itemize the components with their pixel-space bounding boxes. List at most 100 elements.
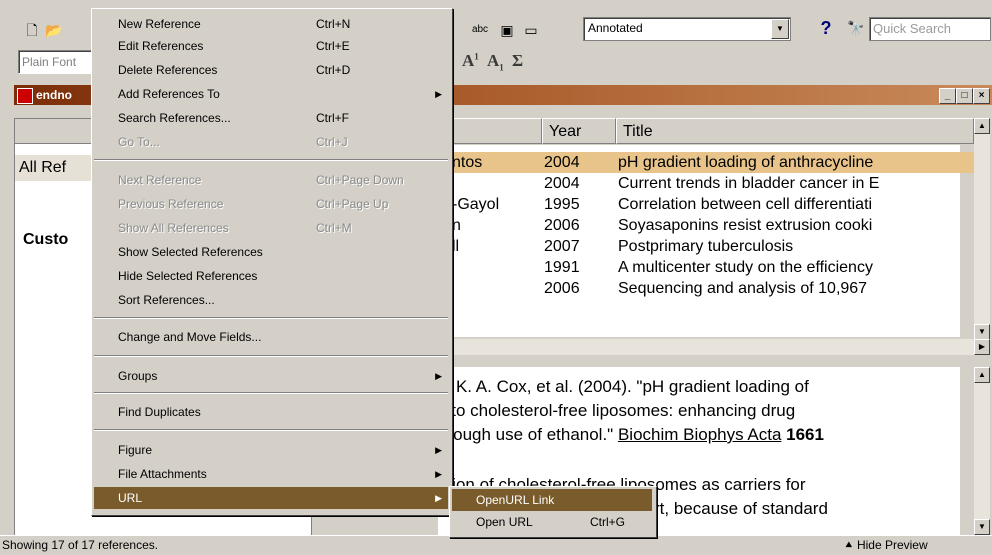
column-header-author[interactable] xyxy=(438,118,542,144)
output-style-select[interactable]: Annotated ▼ xyxy=(583,17,791,41)
menu-item-find-duplicates[interactable]: Find Duplicates xyxy=(94,401,448,423)
scroll-right-icon[interactable]: ▶ xyxy=(974,339,990,355)
menu-item-label: Show All References xyxy=(118,221,229,235)
reference-year: 2007 xyxy=(544,238,580,255)
menu-item-search-references[interactable]: Search References... Ctrl+F xyxy=(94,107,448,129)
menu-item-label: Find Duplicates xyxy=(118,405,201,419)
preview-scrollbar[interactable]: ▲ ▼ xyxy=(974,367,990,535)
table-row[interactable]: 1991 A multicenter study on the efficienc… xyxy=(452,257,974,278)
hide-preview-button[interactable]: ⯅ Hide Preview xyxy=(844,536,928,555)
reference-list: ntos 2004 pH gradient loading of anthracyc… xyxy=(452,145,974,337)
preview-panel-icon[interactable]: ▭ xyxy=(521,20,541,40)
table-row[interactable]: n 2006 Soyasaponins resist extrusion cooki xyxy=(452,215,974,236)
close-icon[interactable]: × xyxy=(973,88,990,104)
menu-separator xyxy=(94,429,448,431)
preview-line-1: l., K. A. Cox, et al. (2004). "pH gradie… xyxy=(438,377,809,396)
menu-separator xyxy=(94,159,448,161)
reference-year: 2006 xyxy=(544,217,580,234)
menu-item-add-references-to[interactable]: Add References To ▶ xyxy=(94,83,448,105)
menu-item-label: Sort References... xyxy=(118,293,215,307)
menu-item-delete-references[interactable]: Delete References Ctrl+D xyxy=(94,59,448,81)
table-row[interactable]: 2006 Sequencing and analysis of 10,967 xyxy=(452,278,974,299)
menu-separator xyxy=(94,392,448,394)
endnote-logo-icon xyxy=(17,88,33,104)
menu-item-label: New Reference xyxy=(118,17,201,31)
menu-item-file-attachments[interactable]: File Attachments ▶ xyxy=(94,463,448,485)
reference-author: -Gayol xyxy=(452,196,500,213)
menu-item-previous-reference[interactable]: Previous Reference Ctrl+Page Up xyxy=(94,193,448,215)
preview-line-2: into cholesterol-free liposomes: enhanci… xyxy=(438,401,796,420)
menu-item-show-all-references[interactable]: Show All References Ctrl+M xyxy=(94,217,448,239)
menu-item-edit-references[interactable]: Edit References Ctrl+E xyxy=(94,35,448,57)
menu-item-shortcut: Ctrl+G xyxy=(590,515,626,529)
status-text: Showing 17 of 17 references. xyxy=(2,538,159,552)
menu-item-new-reference[interactable]: New Reference Ctrl+N xyxy=(94,13,448,35)
url-submenu: OpenURL Link Open URL Ctrl+G xyxy=(449,486,657,538)
menu-item-figure[interactable]: Figure ▶ xyxy=(94,439,448,461)
reference-year: 2004 xyxy=(544,175,580,192)
submenu-item-open-url[interactable]: Open URL Ctrl+G xyxy=(452,511,652,533)
reference-title: A multicenter study on the efficiency xyxy=(618,259,873,276)
column-header-year[interactable]: Year xyxy=(542,118,616,144)
reference-title: Postprimary tuberculosis xyxy=(618,238,794,255)
font-style-field[interactable]: Plain Font xyxy=(18,50,95,74)
symbol-button[interactable]: Σ xyxy=(512,51,523,71)
menu-item-sort-references[interactable]: Sort References... xyxy=(94,289,448,311)
output-style-value: Annotated xyxy=(588,21,643,35)
menu-item-shortcut: Ctrl+J xyxy=(316,135,348,149)
menu-item-label: OpenURL Link xyxy=(476,493,555,507)
menu-item-label: Change and Move Fields... xyxy=(118,330,262,344)
scroll-up-icon[interactable]: ▲ xyxy=(974,118,990,134)
spell-check-icon[interactable]: abc xyxy=(470,20,490,40)
menu-item-shortcut: Ctrl+Page Up xyxy=(316,197,389,211)
preview-scroll-up-icon[interactable]: ▲ xyxy=(974,367,990,383)
binoculars-icon[interactable]: 🔭 xyxy=(846,18,866,38)
menu-item-label: Add References To xyxy=(118,87,220,101)
reference-author: ll xyxy=(452,238,460,255)
maximize-icon[interactable]: □ xyxy=(956,88,973,104)
table-row[interactable]: -Gayol 1995 Correlation between cell diffe… xyxy=(452,194,974,215)
menu-item-next-reference[interactable]: Next Reference Ctrl+Page Down xyxy=(94,169,448,191)
table-row[interactable]: ntos 2004 pH gradient loading of anthracyc… xyxy=(452,152,974,173)
submenu-arrow-icon: ▶ xyxy=(435,493,442,503)
column-header-title[interactable]: Title xyxy=(616,118,974,144)
submenu-arrow-icon: ▶ xyxy=(435,371,442,381)
minimize-icon[interactable]: _ xyxy=(939,88,956,104)
menu-item-show-selected-references[interactable]: Show Selected References xyxy=(94,241,448,263)
superscript-button[interactable]: A1 xyxy=(462,51,479,71)
horizontal-scrollbar[interactable]: ▶ xyxy=(438,339,990,355)
menu-item-label: File Attachments xyxy=(118,467,207,481)
chevron-down-icon[interactable]: ▼ xyxy=(771,19,789,39)
subscript-button[interactable]: A1 xyxy=(487,51,504,72)
open-library-icon[interactable]: 📂 xyxy=(44,20,64,40)
menu-item-change-and-move-fields[interactable]: Change and Move Fields... xyxy=(94,326,448,348)
scroll-down-icon[interactable]: ▼ xyxy=(974,324,990,340)
table-row[interactable]: ll 2007 Postprimary tuberculosis xyxy=(452,236,974,257)
menu-item-shortcut: Ctrl+M xyxy=(316,221,352,235)
menu-item-shortcut: Ctrl+Page Down xyxy=(316,173,404,187)
reference-year: 2006 xyxy=(544,280,580,297)
insert-figure-icon[interactable]: ▣ xyxy=(497,20,517,40)
menu-item-label: Show Selected References xyxy=(118,245,263,259)
menu-item-label: Delete References xyxy=(118,63,218,77)
menu-item-shortcut: Ctrl+D xyxy=(316,63,351,77)
menu-item-label: Search References... xyxy=(118,111,231,125)
menu-item-label: Hide Selected References xyxy=(118,269,258,283)
reference-year: 1991 xyxy=(544,259,580,276)
reference-year: 2004 xyxy=(544,154,580,171)
menu-item-hide-selected-references[interactable]: Hide Selected References xyxy=(94,265,448,287)
journal-link[interactable]: Biochim Biophys Acta xyxy=(618,425,781,444)
quick-search-input[interactable]: Quick Search xyxy=(869,17,991,41)
menu-item-groups[interactable]: Groups ▶ xyxy=(94,365,448,387)
custom-groups-header[interactable]: Custo xyxy=(23,231,68,249)
menu-item-url[interactable]: URL ▶ xyxy=(94,487,448,509)
menu-item-go-to[interactable]: Go To... Ctrl+J xyxy=(94,131,448,153)
new-library-icon[interactable]: 🗋 xyxy=(22,20,42,40)
menu-item-label: Next Reference xyxy=(118,173,202,187)
help-icon[interactable]: ? xyxy=(816,18,836,38)
preview-scroll-down-icon[interactable]: ▼ xyxy=(974,519,990,535)
submenu-item-openurl-link[interactable]: OpenURL Link xyxy=(452,489,652,511)
menu-item-label: URL xyxy=(118,491,143,505)
reference-year: 1995 xyxy=(544,196,580,213)
table-row[interactable]: 2004 Current trends in bladder cancer in … xyxy=(452,173,974,194)
